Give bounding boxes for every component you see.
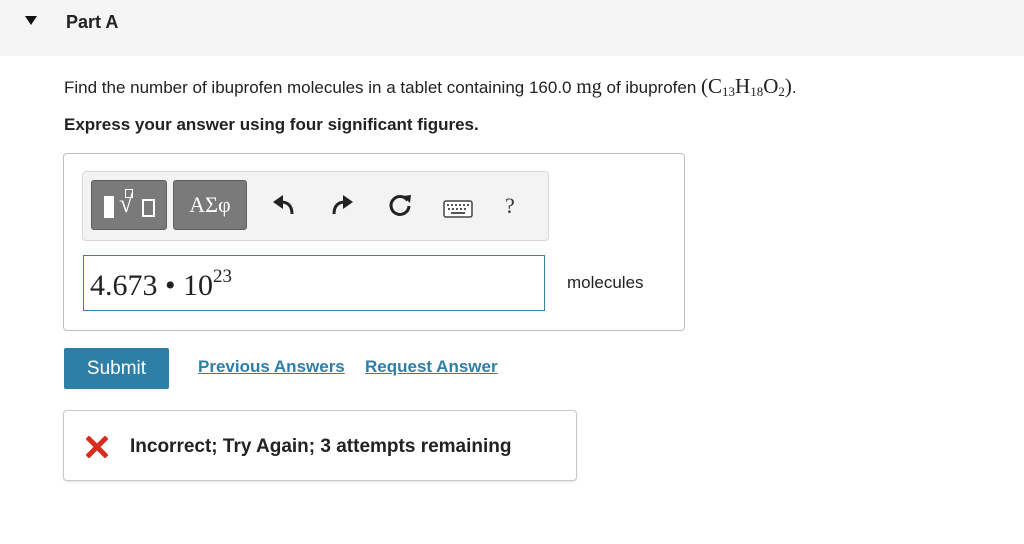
question-text-before: Find the number of ibuprofen molecules i… — [64, 78, 577, 97]
help-button[interactable]: ? — [505, 193, 515, 219]
previous-answers-link[interactable]: Previous Answers — [198, 357, 345, 377]
answer-exponent: 23 — [213, 266, 233, 287]
reset-icon[interactable] — [387, 193, 413, 219]
formula-c: C — [708, 74, 723, 98]
redo-icon[interactable] — [328, 193, 354, 217]
unit-label: molecules — [567, 273, 644, 292]
undo-icon[interactable] — [272, 193, 298, 217]
formula-h-count: 18 — [750, 84, 764, 99]
part-header[interactable]: Part A — [0, 0, 1024, 56]
answer-input[interactable]: 4.673 • 1023 — [83, 255, 545, 311]
question-text: Find the number of ibuprofen molecules i… — [64, 74, 797, 100]
instruction: Express your answer using four significa… — [64, 115, 479, 134]
caret-down-icon[interactable] — [25, 16, 37, 25]
answer-base: 10 — [183, 269, 214, 302]
question-text-end: . — [791, 78, 797, 97]
part-title: Part A — [66, 12, 119, 32]
formula-open-paren: ( — [701, 74, 709, 98]
formula-h: H — [735, 74, 751, 98]
templates-button[interactable]: √ — [91, 180, 167, 230]
submit-button[interactable]: Submit — [64, 348, 169, 389]
x-icon — [86, 436, 108, 458]
keyboard-icon[interactable] — [443, 200, 473, 218]
answer-mantissa: 4.673 — [90, 269, 158, 302]
formula-close-paren: ) — [784, 74, 792, 98]
answer-operator: • — [165, 269, 176, 302]
chemical-formula: (C13H18O2) — [701, 74, 792, 99]
symbols-button[interactable]: ΑΣφ — [173, 180, 247, 230]
question-text-mid: of ibuprofen — [601, 78, 702, 97]
request-answer-link[interactable]: Request Answer — [365, 357, 498, 377]
formula-c-count: 13 — [722, 84, 736, 99]
question-unit: mg — [576, 76, 602, 98]
feedback-text: Incorrect; Try Again; 3 attempts remaini… — [130, 436, 512, 457]
formula-o: O — [763, 74, 779, 98]
